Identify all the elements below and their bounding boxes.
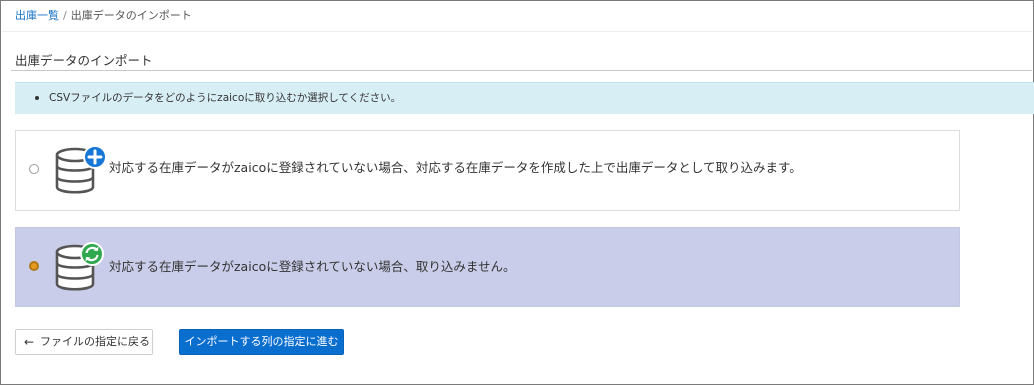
database-refresh-icon: [55, 242, 104, 291]
header-divider: [2, 31, 1032, 32]
database-plus-icon: [55, 145, 107, 194]
app-window: 出庫一覧 / 出庫データのインポート 出庫データのインポート CSVファイルのデータ…: [0, 0, 1034, 385]
title-divider: [11, 70, 1032, 71]
radio-create-stock[interactable]: [29, 164, 39, 174]
proceed-to-columns-button[interactable]: インポートする列の指定に進む: [179, 329, 344, 355]
breadcrumb-current: 出庫データのインポート: [70, 9, 192, 22]
page-title: 出庫データのインポート: [15, 53, 153, 68]
breadcrumb-link-shipment-list[interactable]: 出庫一覧: [15, 9, 59, 22]
info-alert: CSVファイルのデータをどのようにzaicoに取り込むか選択してください。: [15, 82, 1034, 114]
breadcrumb: 出庫一覧 / 出庫データのインポート: [15, 8, 192, 24]
back-button-label: ファイルの指定に戻る: [40, 335, 150, 348]
back-to-file-button[interactable]: ← ファイルの指定に戻る: [15, 329, 153, 355]
radio-skip-unregistered[interactable]: [29, 261, 39, 271]
option-create-stock-label: 対応する在庫データがzaicoに登録されていない場合、対応する在庫データを作成し…: [109, 160, 802, 175]
option-skip-unregistered[interactable]: 対応する在庫データがzaicoに登録されていない場合、取り込みません。: [15, 227, 960, 307]
bullet-icon: [35, 96, 39, 100]
option-skip-unregistered-label: 対応する在庫データがzaicoに登録されていない場合、取り込みません。: [109, 259, 516, 274]
breadcrumb-separator: /: [63, 9, 67, 22]
info-message: CSVファイルのデータをどのようにzaicoに取り込むか選択してください。: [49, 92, 402, 104]
option-create-stock-and-import[interactable]: 対応する在庫データがzaicoに登録されていない場合、対応する在庫データを作成し…: [15, 130, 960, 211]
arrow-left-icon: ←: [24, 335, 35, 349]
